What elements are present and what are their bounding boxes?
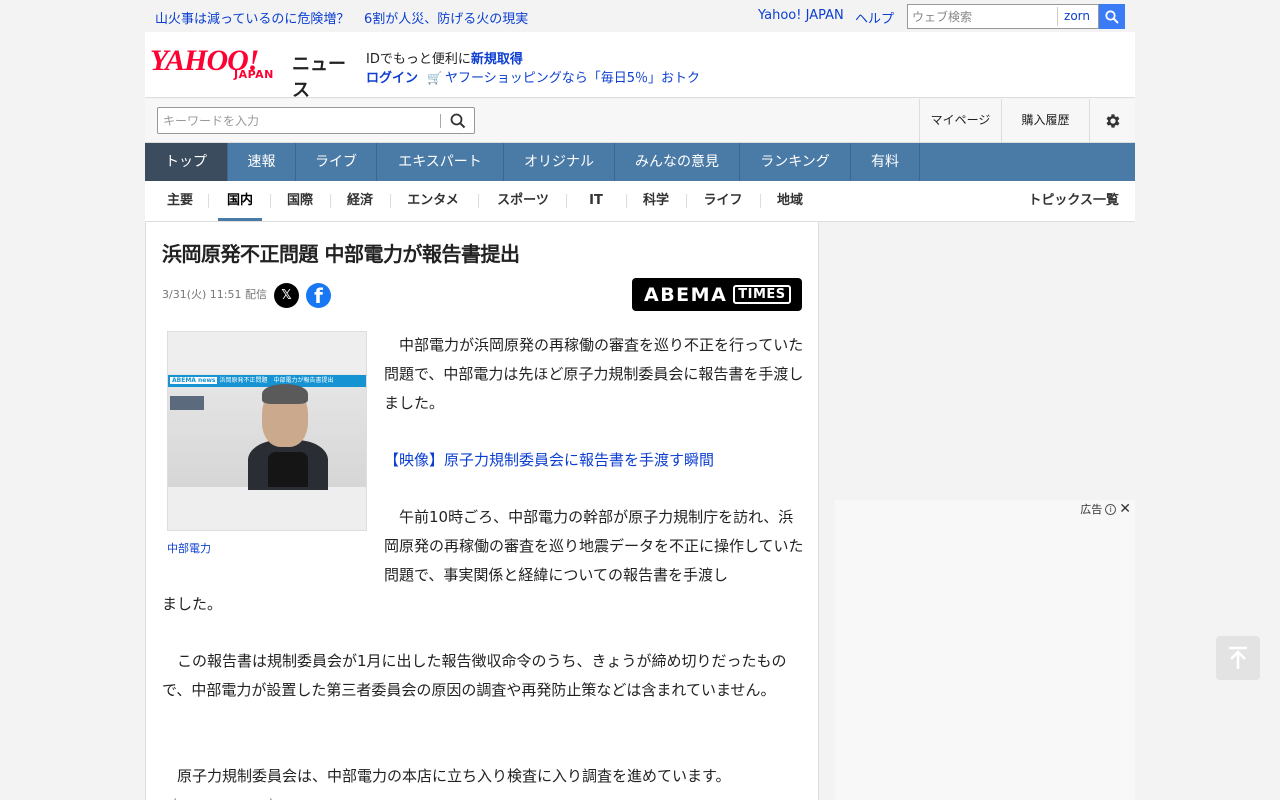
x-icon: 𝕏 <box>281 288 292 303</box>
category-divider <box>270 194 271 208</box>
category-tab-sports[interactable]: スポーツ <box>488 181 558 221</box>
cart-icon: 🛒 <box>427 71 442 85</box>
category-divider <box>208 194 209 208</box>
close-icon[interactable]: ✕ <box>1119 501 1131 517</box>
main-nav-ranking[interactable]: ランキング <box>740 143 851 181</box>
category-divider <box>566 194 567 208</box>
id-promo: IDでもっと便利に新規取得 <box>366 48 523 67</box>
yahoo-japan-link[interactable]: Yahoo! JAPAN <box>758 8 844 23</box>
category-tab-major[interactable]: 主要 <box>160 181 200 221</box>
main-nav-top[interactable]: トップ <box>145 143 228 181</box>
main-nav: トップ 速報 ライブ エキスパート オリジナル みんなの意見 ランキング 有料 <box>145 143 1135 181</box>
main-nav-original[interactable]: オリジナル <box>504 143 615 181</box>
category-divider <box>478 194 479 208</box>
info-icon[interactable]: i <box>1105 503 1117 515</box>
article-date: 3/31(火) 11:51 配信 <box>162 288 267 301</box>
ad-slot[interactable]: 広告 i ✕ <box>835 500 1135 800</box>
web-search-button[interactable] <box>1099 4 1125 29</box>
photo-person-hair <box>262 384 308 404</box>
logo-japan-text: JAPAN <box>234 68 274 81</box>
logo-news-text: ニュース <box>292 54 346 101</box>
photo-banner-brand: ABEMA news <box>170 377 218 384</box>
web-search-input[interactable] <box>908 5 1048 28</box>
id-promo-text: IDでもっと便利に <box>366 52 471 67</box>
mypage-link[interactable]: マイページ <box>919 99 1001 142</box>
yahoo-news-logo[interactable]: YAHOO! JAPAN ニュース <box>150 44 362 101</box>
ad-label: 広告 i ✕ <box>1080 501 1131 517</box>
category-divider <box>390 194 391 208</box>
photo-tag <box>170 396 204 410</box>
category-nav: 主要 国内 国際 経済 エンタメ スポーツ IT 科学 ライフ 地域 トピックス… <box>145 181 1135 222</box>
main-nav-flash[interactable]: 速報 <box>228 143 296 181</box>
headline-link-2[interactable]: 6割が人災、防げる火の現実 <box>364 8 528 27</box>
share-x-button[interactable]: 𝕏 <box>274 283 299 308</box>
search-icon <box>1105 9 1119 24</box>
category-divider <box>760 194 761 208</box>
main-nav-expert[interactable]: エキスパート <box>377 143 504 181</box>
article: 浜岡原発不正問題 中部電力が報告書提出 3/31(火) 11:51 配信 𝕏 f… <box>145 222 819 800</box>
video-link[interactable]: 【映像】原子力規制委員会に報告書を手渡す瞬間 <box>384 446 714 475</box>
zorn-label[interactable]: zorn <box>1057 7 1096 26</box>
ad-label-text: 広告 <box>1080 503 1103 516</box>
article-paragraph-3: この報告書は規制委員会が1月に出した報告徴収命令のうち、きょうが締め切りだったも… <box>162 652 787 699</box>
abema-logo-text: ABEMA <box>644 283 728 306</box>
arrow-up-icon <box>1229 646 1247 669</box>
web-search-box: zorn <box>907 4 1099 29</box>
share-facebook-button[interactable]: f <box>306 283 331 308</box>
image-caption[interactable]: 中部電力 <box>167 540 211 556</box>
gear-icon <box>1106 113 1119 128</box>
purchase-history-link[interactable]: 購入履歴 <box>1001 99 1089 142</box>
search-divider <box>440 114 441 128</box>
category-divider <box>626 194 627 208</box>
login-link[interactable]: ログイン <box>366 67 418 86</box>
article-paragraph-2: 午前10時ごろ、中部電力の幹部が原子力規制庁を訪れ、浜岡原発の再稼働の審査を巡り… <box>384 508 804 584</box>
category-tab-domestic[interactable]: 国内 <box>218 181 262 221</box>
top-bar: 山火事は減っているのに危険増？ 6割が人災、防げる火の現実 Yahoo! JAP… <box>145 0 1135 32</box>
photo-banner: ABEMA news 浜岡原発不正問題 中部電力が報告書提出 <box>168 375 366 387</box>
register-link[interactable]: 新規取得 <box>471 52 523 67</box>
article-image[interactable]: ABEMA news 浜岡原発不正問題 中部電力が報告書提出 <box>167 331 367 531</box>
article-title: 浜岡原発不正問題 中部電力が報告書提出 <box>162 242 520 266</box>
article-paragraph-2-end: ました。 <box>162 595 223 613</box>
category-tab-entertainment[interactable]: エンタメ <box>400 181 466 221</box>
help-link[interactable]: ヘルプ <box>855 8 894 27</box>
photo-foreground <box>268 452 308 487</box>
keyword-search-box <box>157 107 475 134</box>
category-tab-it[interactable]: IT <box>576 181 616 221</box>
main-nav-paid[interactable]: 有料 <box>851 143 920 181</box>
search-icon[interactable] <box>449 112 467 130</box>
article-paragraph-4: 原子力規制委員会は、中部電力の本店に立ち入り検査に入り調査を進めています。 <box>162 767 731 785</box>
source-logo[interactable]: ABEMA TIMES <box>632 278 802 311</box>
main-nav-live[interactable]: ライブ <box>296 143 377 181</box>
category-tab-international[interactable]: 国際 <box>280 181 320 221</box>
category-tab-life[interactable]: ライフ <box>696 181 750 221</box>
photo-banner-text: 浜岡原発不正問題 中部電力が報告書提出 <box>219 377 334 384</box>
category-tab-science[interactable]: 科学 <box>636 181 676 221</box>
keyword-search-input[interactable] <box>158 108 438 133</box>
search-toolbar: マイページ 購入履歴 <box>145 99 1135 143</box>
settings-button[interactable] <box>1089 99 1135 142</box>
shopping-promo-text: ヤフーショッピングなら「毎日5％」おトク <box>444 71 700 86</box>
category-tab-region[interactable]: 地域 <box>770 181 810 221</box>
main-nav-opinions[interactable]: みんなの意見 <box>615 143 740 181</box>
category-divider <box>330 194 331 208</box>
topics-list-link[interactable]: トピックス一覧 <box>1028 181 1119 221</box>
back-to-top-button[interactable] <box>1216 636 1260 680</box>
times-logo-text: TIMES <box>733 285 791 304</box>
category-tab-economy[interactable]: 経済 <box>340 181 380 221</box>
article-source-credit: （ANNニュース） <box>162 792 804 800</box>
site-header: YAHOO! JAPAN ニュース IDでもっと便利に新規取得 ログイン 🛒 ヤフ… <box>145 32 1135 101</box>
facebook-icon: f <box>314 284 323 308</box>
shopping-promo-link[interactable]: 🛒 ヤフーショッピングなら「毎日5％」おトク <box>427 67 700 86</box>
headline-link-1[interactable]: 山火事は減っているのに危険増？ <box>155 8 349 27</box>
article-paragraph-1: 中部電力が浜岡原発の再稼働の審査を巡り不正を行っていた問題で、中部電力は先ほど原… <box>384 336 804 412</box>
category-divider <box>686 194 687 208</box>
